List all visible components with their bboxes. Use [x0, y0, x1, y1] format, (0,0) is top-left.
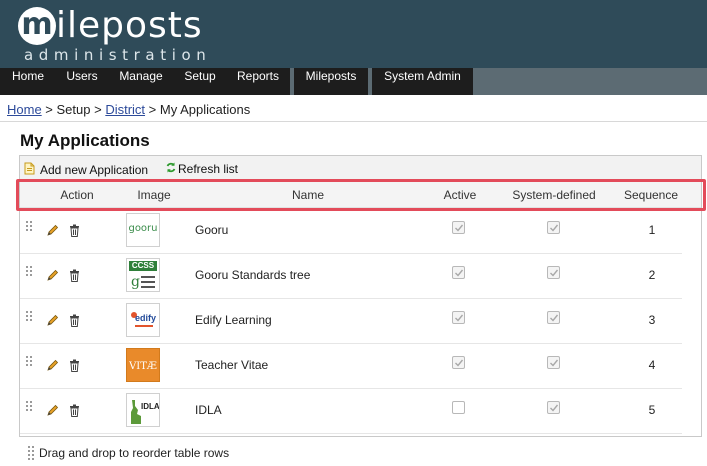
system-defined-checkbox	[547, 401, 560, 414]
app-logo-image: CCSS g	[126, 258, 160, 292]
nav-item-manage[interactable]: Manage	[108, 68, 174, 95]
app-logo-image: gooru	[126, 213, 160, 247]
app-name: Edify Learning	[195, 313, 272, 327]
delete-trash-icon[interactable]	[69, 269, 80, 282]
sequence-value: 2	[648, 268, 656, 282]
system-defined-checkbox	[547, 311, 560, 324]
sequence-value: 5	[648, 403, 656, 417]
edit-pencil-icon[interactable]	[46, 359, 59, 372]
drag-handle-icon[interactable]	[26, 221, 32, 231]
breadcrumb-setup: Setup	[56, 102, 91, 117]
logo-subtitle: administration	[24, 46, 212, 64]
app-name: Gooru	[195, 223, 229, 237]
active-checkbox	[452, 356, 465, 369]
delete-trash-icon[interactable]	[69, 224, 80, 237]
table-row: gooru Gooru 1	[20, 209, 682, 254]
mileposts-logo[interactable]: m ileposts administration	[18, 4, 218, 64]
sequence-value: 4	[648, 358, 656, 372]
app-header: m ileposts administration	[0, 0, 707, 68]
breadcrumb-separator: >	[145, 102, 160, 117]
edit-pencil-icon[interactable]	[46, 314, 59, 327]
nav-item-setup[interactable]: Setup	[174, 68, 226, 95]
active-checkbox	[452, 311, 465, 324]
table-row: IDLA IDLA 5	[20, 389, 682, 434]
edify-underline	[135, 325, 153, 327]
drag-handle-icon[interactable]	[26, 266, 32, 276]
breadcrumb: Home > Setup > District > My Application…	[7, 102, 250, 117]
add-application-button[interactable]: Add new Application	[24, 162, 148, 178]
app-name: Gooru Standards tree	[195, 268, 311, 282]
logo-letter: m	[21, 7, 53, 42]
nav-item-mileposts[interactable]: Mileposts	[294, 68, 368, 95]
table-row: CCSS g Gooru Standards tree 2	[20, 254, 682, 299]
nav-item-home[interactable]: Home	[0, 68, 56, 95]
new-document-icon	[24, 162, 36, 178]
app-logo-text: edify	[135, 313, 157, 323]
drag-handle-icon[interactable]	[26, 356, 32, 366]
app-name: IDLA	[195, 403, 222, 417]
refresh-icon	[166, 162, 176, 176]
app-logo-text: CCSS	[129, 261, 157, 271]
drag-handle-icon[interactable]	[26, 401, 32, 411]
main-nav: Home Users Manage Setup Reports Milepost…	[0, 68, 707, 95]
delete-trash-icon[interactable]	[69, 404, 80, 417]
logo-ring: m	[18, 7, 56, 45]
refresh-list-label: Refresh list	[178, 162, 239, 176]
delete-trash-icon[interactable]	[69, 359, 80, 372]
app-logo-text: VITÆ	[129, 361, 157, 372]
app-name: Teacher Vitae	[195, 358, 269, 372]
drag-handle-icon[interactable]	[26, 311, 32, 321]
list-line	[141, 286, 155, 288]
divider	[0, 121, 707, 122]
delete-trash-icon[interactable]	[69, 314, 80, 327]
standards-glyph: g	[131, 274, 140, 290]
breadcrumb-separator: >	[41, 102, 57, 117]
breadcrumb-home-link[interactable]: Home	[7, 102, 42, 117]
header-highlight-box	[16, 179, 706, 211]
reorder-hint: Drag and drop to reorder table rows	[28, 446, 229, 460]
table-row: edify Edify Learning 3	[20, 299, 682, 344]
app-logo-image: edify	[126, 303, 160, 337]
system-defined-checkbox	[547, 356, 560, 369]
active-checkbox-unchecked	[452, 401, 465, 414]
app-logo-text: gooru	[128, 223, 158, 234]
breadcrumb-district-link[interactable]: District	[105, 102, 145, 117]
nav-item-users[interactable]: Users	[56, 68, 108, 95]
app-logo-image: VITÆ	[126, 348, 160, 382]
active-checkbox	[452, 266, 465, 279]
nav-item-system-admin[interactable]: System Admin	[372, 68, 473, 95]
table-row: VITÆ Teacher Vitae 4	[20, 344, 682, 389]
app-logo-image: IDLA	[126, 393, 160, 427]
panel-toolbar: Add new Application Refresh list	[20, 156, 701, 180]
add-application-label: Add new Application	[40, 163, 149, 177]
logo-wordmark: ileposts	[56, 5, 203, 46]
reorder-hint-text: Drag and drop to reorder table rows	[39, 446, 230, 460]
system-defined-checkbox	[547, 221, 560, 234]
edit-pencil-icon[interactable]	[46, 269, 59, 282]
system-defined-checkbox	[547, 266, 560, 279]
nav-item-reports[interactable]: Reports	[226, 68, 290, 95]
drag-handle-icon	[28, 446, 34, 460]
edit-pencil-icon[interactable]	[46, 404, 59, 417]
edit-pencil-icon[interactable]	[46, 224, 59, 237]
breadcrumb-separator: >	[90, 102, 106, 117]
refresh-list-button[interactable]: Refresh list	[166, 162, 238, 176]
list-line	[141, 281, 155, 283]
sequence-value: 3	[648, 313, 656, 327]
active-checkbox	[452, 221, 465, 234]
breadcrumb-current: My Applications	[159, 102, 251, 117]
app-logo-text: IDLA	[141, 402, 160, 411]
page-title: My Applications	[20, 131, 150, 150]
list-line	[141, 276, 155, 278]
sequence-value: 1	[648, 223, 656, 237]
